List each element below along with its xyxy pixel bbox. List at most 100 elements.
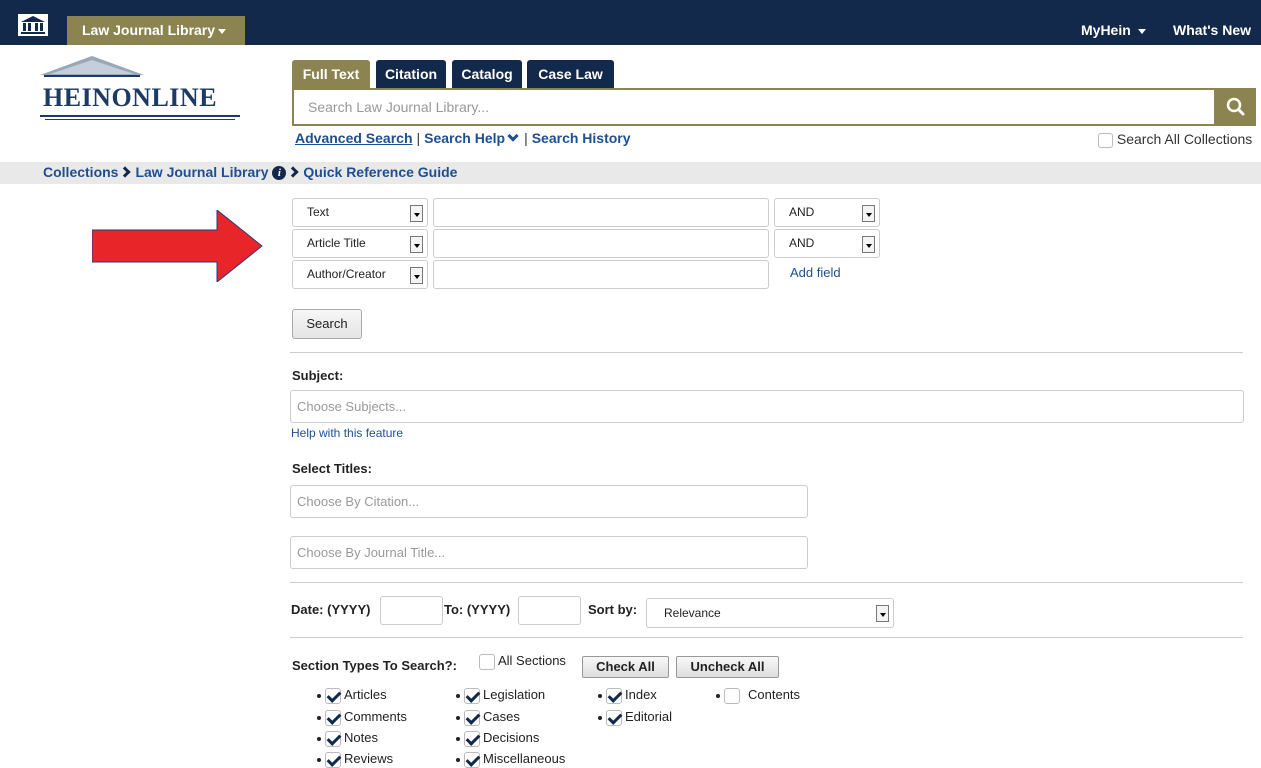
search-history-link[interactable]: Search History (532, 130, 631, 146)
section-item-articles[interactable]: Articles (317, 687, 387, 704)
date-from-input[interactable] (380, 596, 443, 625)
tab-case-law[interactable]: Case Law (527, 60, 614, 88)
legislation-checkbox[interactable] (464, 687, 480, 704)
myhein-menu[interactable]: MyHein (1081, 16, 1146, 45)
section-item-label: Decisions (483, 730, 540, 745)
home-icon[interactable] (18, 14, 48, 36)
search-help-link[interactable]: Search Help (424, 130, 520, 146)
search-placeholder: Search Law Journal Library... (308, 99, 490, 115)
sort-by-label: Sort by: (588, 602, 638, 617)
section-item-comments[interactable]: Comments (317, 709, 407, 726)
tab-full-text[interactable]: Full Text (292, 60, 370, 88)
search-all-collections[interactable]: Search All Collections (1098, 131, 1252, 148)
tab-catalog[interactable]: Catalog (452, 60, 522, 88)
date-to-label: To: (YYYY) (444, 602, 511, 617)
add-field-link[interactable]: Add field (790, 265, 841, 280)
whats-new-link[interactable]: What's New (1173, 16, 1251, 45)
reviews-checkbox[interactable] (325, 751, 341, 768)
bullet (317, 693, 321, 698)
search-all-label: Search All Collections (1116, 131, 1253, 147)
bullet (317, 736, 321, 741)
section-item-label: Cases (483, 709, 520, 724)
bullet (456, 715, 460, 720)
section-item-cases[interactable]: Cases (456, 709, 520, 726)
sort-by-value: Relevance (664, 606, 721, 620)
section-item-label: Notes (344, 730, 378, 745)
index-checkbox[interactable] (606, 687, 622, 704)
breadcrumb: Collections Law Journal Library i Quick Re… (43, 164, 457, 181)
advanced-search-link[interactable]: Advanced Search (295, 130, 413, 146)
section-item-label: Comments (344, 709, 407, 724)
section-item-notes[interactable]: Notes (317, 730, 378, 747)
library-menu-label: Law Journal Library (82, 22, 216, 38)
journal-title-input[interactable]: Choose By Journal Title... (290, 536, 808, 569)
miscellaneous-checkbox[interactable] (464, 751, 480, 768)
subject-input[interactable]: Choose Subjects... (290, 390, 1244, 423)
section-item-miscellaneous[interactable]: Miscellaneous (456, 751, 565, 768)
section-item-decisions[interactable]: Decisions (456, 730, 539, 747)
search-term-input-3[interactable] (433, 260, 769, 289)
check-all-button[interactable]: Check All (582, 656, 669, 678)
sort-by-select[interactable]: Relevance (646, 598, 894, 628)
operator-select-2[interactable]: AND (774, 229, 880, 258)
breadcrumb-collections[interactable]: Collections (43, 164, 118, 180)
cases-checkbox[interactable] (464, 709, 480, 726)
search-term-input-1[interactable] (433, 198, 769, 227)
field-type-select-1[interactable]: Text (292, 198, 428, 227)
breadcrumb-library[interactable]: Law Journal Library (135, 164, 268, 180)
divider (290, 352, 1243, 353)
tab-citation[interactable]: Citation (376, 60, 446, 88)
editorial-checkbox[interactable] (606, 709, 622, 726)
contents-checkbox[interactable] (724, 687, 740, 704)
field-type-select-2[interactable]: Article Title (292, 229, 428, 258)
bullet (598, 715, 602, 720)
search-all-checkbox[interactable] (1098, 132, 1113, 148)
section-item-label: Editorial (625, 709, 672, 724)
section-types-label: Section Types To Search?: (292, 658, 457, 673)
select-titles-label: Select Titles: (292, 461, 372, 476)
operator-value: AND (789, 205, 815, 219)
articles-checkbox[interactable] (325, 687, 341, 704)
section-item-index[interactable]: Index (598, 687, 657, 704)
comments-checkbox[interactable] (325, 709, 341, 726)
help-feature-link[interactable]: Help with this feature (291, 426, 403, 440)
bullet (716, 693, 720, 698)
search-icon (1226, 97, 1245, 116)
all-sections-toggle[interactable]: All Sections (479, 653, 566, 670)
bullet (317, 715, 321, 720)
red-arrow-annotation (92, 210, 263, 282)
section-item-editorial[interactable]: Editorial (598, 709, 672, 726)
main-search-input[interactable]: Search Law Journal Library... (292, 88, 1216, 126)
uncheck-all-button[interactable]: Uncheck All (676, 656, 779, 678)
section-item-label: Legislation (483, 687, 546, 702)
section-item-label: Articles (344, 687, 387, 702)
subject-label: Subject: (292, 368, 344, 383)
operator-value: AND (789, 236, 815, 250)
search-submit-button[interactable] (1216, 88, 1256, 126)
dropdown-arrow-icon (410, 205, 423, 222)
divider (290, 582, 1243, 583)
field-type-value: Article Title (307, 236, 366, 250)
section-item-label: Miscellaneous (483, 751, 566, 766)
all-sections-checkbox[interactable] (479, 653, 495, 670)
decisions-checkbox[interactable] (464, 730, 480, 747)
search-links-row: Advanced Search | Search Help | Search Histo… (295, 130, 631, 146)
search-term-input-2[interactable] (433, 229, 769, 258)
date-to-input[interactable] (518, 596, 581, 625)
breadcrumb-guide[interactable]: Quick Reference Guide (303, 164, 457, 180)
citation-input[interactable]: Choose By Citation... (290, 485, 808, 518)
bullet (456, 736, 460, 741)
bullet (317, 757, 321, 762)
library-menu[interactable]: Law Journal Library (67, 16, 245, 45)
chevron-right-icon (287, 166, 300, 178)
dropdown-arrow-icon (876, 605, 889, 622)
section-item-reviews[interactable]: Reviews (317, 751, 393, 768)
section-item-contents[interactable]: Contents (716, 687, 800, 704)
operator-select-1[interactable]: AND (774, 198, 880, 227)
search-button[interactable]: Search (292, 309, 362, 339)
bullet (456, 757, 460, 762)
info-icon[interactable]: i (272, 166, 287, 181)
field-type-select-3[interactable]: Author/Creator (292, 260, 428, 289)
section-item-legislation[interactable]: Legislation (456, 687, 545, 704)
notes-checkbox[interactable] (325, 730, 341, 747)
